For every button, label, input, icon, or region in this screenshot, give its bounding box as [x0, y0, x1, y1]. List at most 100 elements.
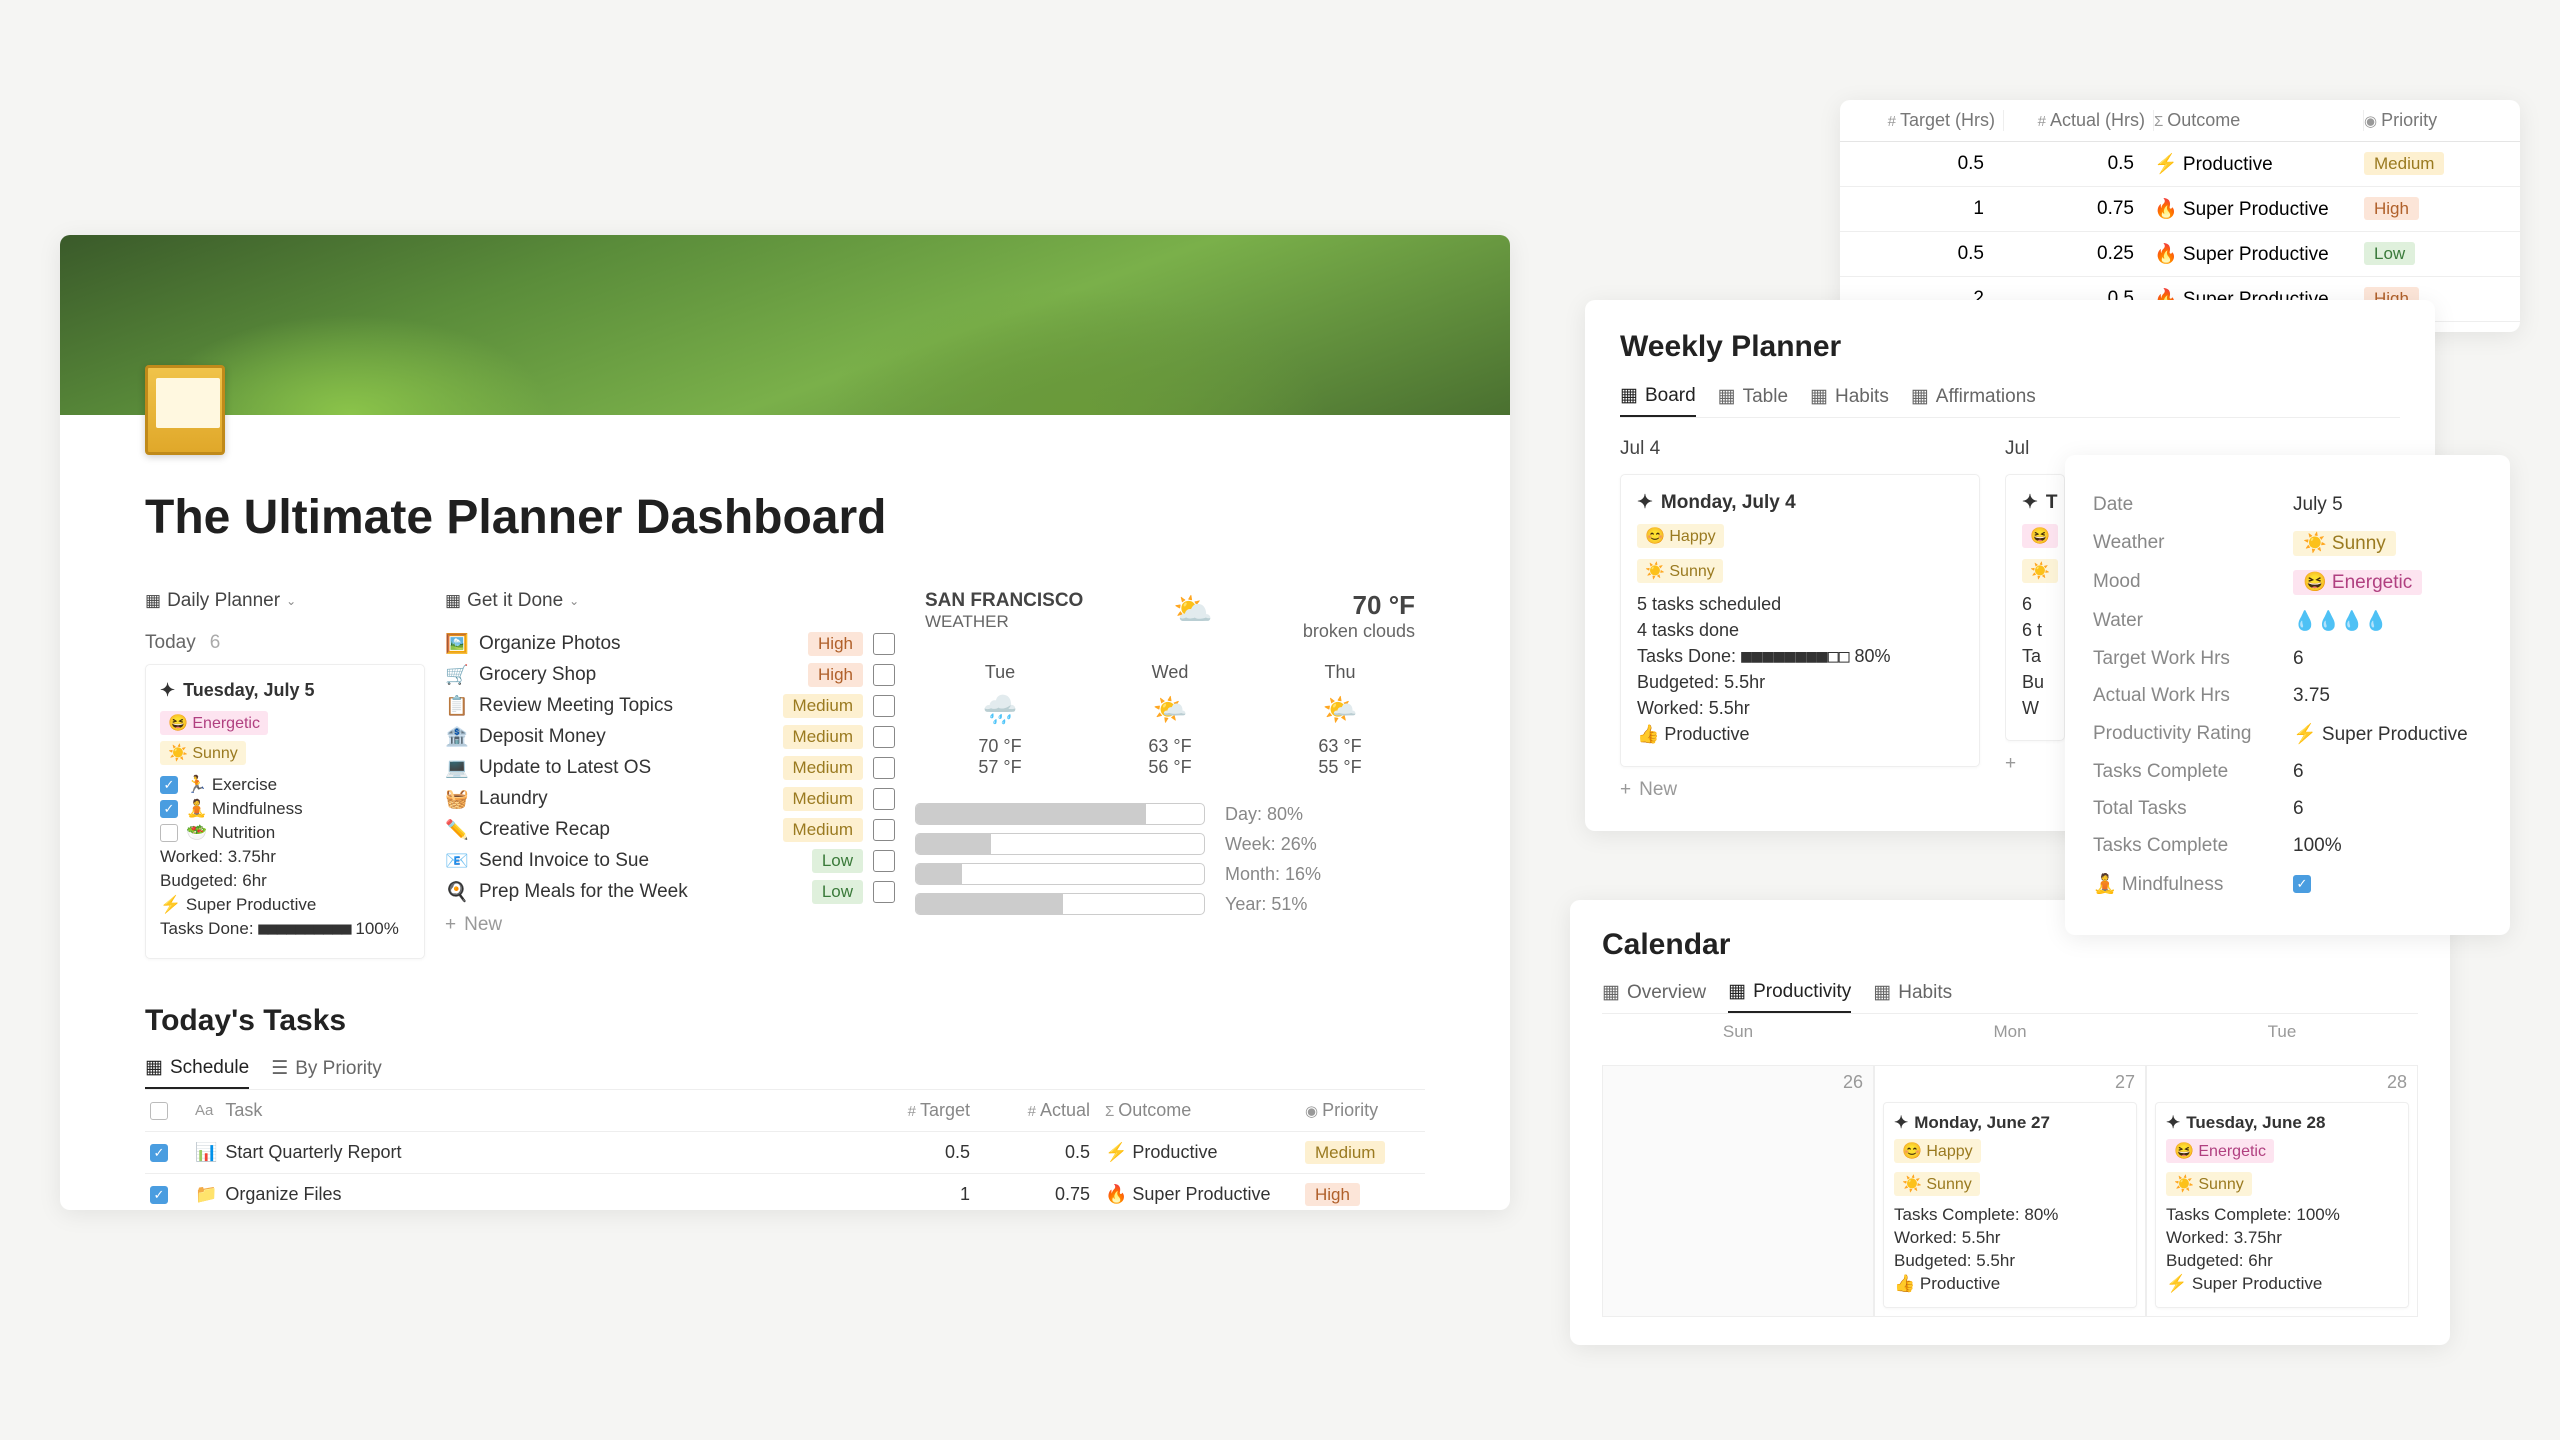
row-checkbox[interactable]: ✓ [150, 1144, 168, 1162]
mindfulness-checkbox[interactable]: ✓ [2293, 875, 2311, 893]
task-name: Start Quarterly Report [225, 1142, 401, 1163]
tab-habits[interactable]: ▦Habits [1873, 980, 1952, 1013]
sparkle-icon: ✦ [1637, 491, 1653, 514]
todo-row[interactable]: 🖼️ Organize Photos High [445, 632, 895, 656]
today-group-header[interactable]: Today 6 [145, 632, 425, 654]
calendar-cell[interactable]: 26 [1602, 1066, 1874, 1317]
page-icon-notebook[interactable] [145, 365, 225, 455]
task-emoji-icon: 📁 [195, 1184, 217, 1205]
select-all-checkbox[interactable] [150, 1102, 168, 1120]
page-title: The Ultimate Planner Dashboard [145, 490, 1425, 545]
task-checkbox[interactable] [873, 664, 895, 686]
priority-pill: High [1305, 1183, 1360, 1206]
progress-bar [915, 833, 1205, 855]
tab-affirmations[interactable]: ▦Affirmations [1911, 384, 2036, 417]
task-checkbox[interactable] [873, 695, 895, 717]
view-label: Daily Planner [167, 590, 280, 612]
tab-by-priority[interactable]: ☰By Priority [271, 1056, 382, 1089]
forecast-day: Wed🌤️ 63 °F56 °F [1148, 662, 1191, 778]
row-checkbox[interactable]: ✓ [150, 1186, 168, 1204]
detail-key: Weather [2093, 532, 2293, 554]
task-text: Laundry [479, 788, 773, 810]
get-it-done-view-toggle[interactable]: ▦ Get it Done ⌄ [445, 590, 895, 612]
task-text: Prep Meals for the Week [479, 881, 802, 903]
task-checkbox[interactable] [873, 881, 895, 903]
table-row[interactable]: 0.5 0.5 ⚡ Productive Medium [1840, 142, 2520, 187]
habit-checkbox[interactable]: ✓ [160, 776, 178, 794]
progress-bar [915, 803, 1205, 825]
detail-value: ⚡ Super Productive [2293, 722, 2482, 746]
task-emoji-icon: 🍳 [445, 880, 469, 904]
task-emoji-icon: 🧺 [445, 787, 469, 811]
todo-row[interactable]: ✏️ Creative Recap Medium [445, 818, 895, 842]
detail-value: 6 [2293, 798, 2482, 820]
task-checkbox[interactable] [873, 757, 895, 779]
calendar-cell[interactable]: 28 ✦Tuesday, June 28 😆 Energetic ☀️ Sunn… [2146, 1066, 2418, 1317]
detail-value: 100% [2293, 835, 2482, 857]
todo-row[interactable]: 📋 Review Meeting Topics Medium [445, 694, 895, 718]
task-checkbox[interactable] [873, 788, 895, 810]
number-icon: # [908, 1103, 916, 1120]
priority-pill: Medium [783, 787, 863, 811]
worked-line: Worked: 3.75hr [160, 847, 410, 867]
detail-row: Actual Work Hrs 3.75 [2093, 685, 2482, 707]
view-icon: ▦ [1718, 385, 1736, 408]
mindfulness-label: 🧘 Mindfulness [2093, 872, 2293, 896]
daily-planner-view-toggle[interactable]: ▦ Daily Planner ⌄ [145, 590, 425, 612]
get-it-done-column: ▦ Get it Done ⌄ 🖼️ Organize Photos High … [445, 590, 895, 959]
task-checkbox[interactable] [873, 819, 895, 841]
detail-row: Mood 😆 Energetic [2093, 570, 2482, 594]
todo-row[interactable]: 🧺 Laundry Medium [445, 787, 895, 811]
calendar-cell[interactable]: 27 ✦Monday, June 27 😊 Happy ☀️ Sunny Tas… [1874, 1066, 2146, 1317]
task-checkbox[interactable] [873, 850, 895, 872]
habit-row[interactable]: ✓ 🧘 Mindfulness [160, 799, 410, 819]
task-checkbox[interactable] [873, 726, 895, 748]
tab-overview[interactable]: ▦Overview [1602, 980, 1706, 1013]
task-emoji-icon: 📊 [195, 1142, 217, 1163]
new-task-button[interactable]: + New [445, 914, 895, 936]
priority-pill: Low [2364, 242, 2415, 265]
progress-row: Week: 26% [915, 833, 1425, 855]
task-outcome: ⚡ Productive [1105, 1142, 1305, 1163]
board-card[interactable]: ✦Monday, July 4 😊 Happy ☀️ Sunny 5 tasks… [1620, 474, 1980, 767]
priority-pill: High [2364, 197, 2419, 220]
formula-icon: Σ [1105, 1103, 1114, 1120]
habit-checkbox[interactable]: ✓ [160, 800, 178, 818]
todo-row[interactable]: 🍳 Prep Meals for the Week Low [445, 880, 895, 904]
metrics-table-card: #Target (Hrs) #Actual (Hrs) ΣOutcome ◉Pr… [1840, 100, 2520, 332]
new-board-item-button[interactable]: + [2005, 753, 2065, 775]
calendar-date: 26 [1843, 1072, 1863, 1093]
task-checkbox[interactable] [873, 633, 895, 655]
task-row[interactable]: ✓ 📊Start Quarterly Report 0.5 0.5 ⚡ Prod… [145, 1132, 1425, 1174]
task-emoji-icon: 🏦 [445, 725, 469, 749]
plus-icon: + [445, 914, 456, 936]
table-row[interactable]: 1 0.75 🔥 Super Productive High [1840, 187, 2520, 232]
priority-pill: Low [812, 849, 863, 873]
daily-entry-card[interactable]: ✦Tuesday, July 5 😆 Energetic ☀️ Sunny ✓ … [145, 664, 425, 959]
task-row[interactable]: ✓ 📁Organize Files 1 0.75 🔥 Super Product… [145, 1174, 1425, 1210]
tab-board[interactable]: ▦Board [1620, 384, 1696, 417]
tab-habits[interactable]: ▦Habits [1810, 384, 1889, 417]
habit-row[interactable]: ✓ 🏃 Exercise [160, 775, 410, 795]
table-row[interactable]: 0.5 0.25 🔥 Super Productive Low [1840, 232, 2520, 277]
tab-productivity[interactable]: ▦Productivity [1728, 980, 1851, 1013]
new-board-item-button[interactable]: +New [1620, 779, 1980, 801]
todo-row[interactable]: 📧 Send Invoice to Sue Low [445, 849, 895, 873]
habit-checkbox[interactable] [160, 824, 178, 842]
detail-row: Weather ☀️ Sunny [2093, 531, 2482, 555]
calendar-entry-card[interactable]: ✦Monday, June 27 😊 Happy ☀️ Sunny Tasks … [1883, 1102, 2137, 1308]
todo-row[interactable]: 💻 Update to Latest OS Medium [445, 756, 895, 780]
habit-row[interactable]: 🥗 Nutrition [160, 823, 410, 843]
weekly-heading: Weekly Planner [1620, 330, 2400, 364]
sparkle-icon: ✦ [2166, 1113, 2180, 1133]
board-card-partial[interactable]: ✦T 😆 ☀️ 6 6 t Ta Bu W [2005, 474, 2065, 741]
formula-icon: Σ [2154, 113, 2163, 130]
todo-row[interactable]: 🏦 Deposit Money Medium [445, 725, 895, 749]
calendar-entry-card[interactable]: ✦Tuesday, June 28 😆 Energetic ☀️ Sunny T… [2155, 1102, 2409, 1308]
day-header: Mon [1874, 1014, 2146, 1050]
tab-schedule[interactable]: ▦Schedule [145, 1056, 249, 1089]
task-emoji-icon: 📋 [445, 694, 469, 718]
todo-row[interactable]: 🛒 Grocery Shop High [445, 663, 895, 687]
weather-icon: 🌤️ [1148, 693, 1191, 726]
tab-table[interactable]: ▦Table [1718, 384, 1788, 417]
